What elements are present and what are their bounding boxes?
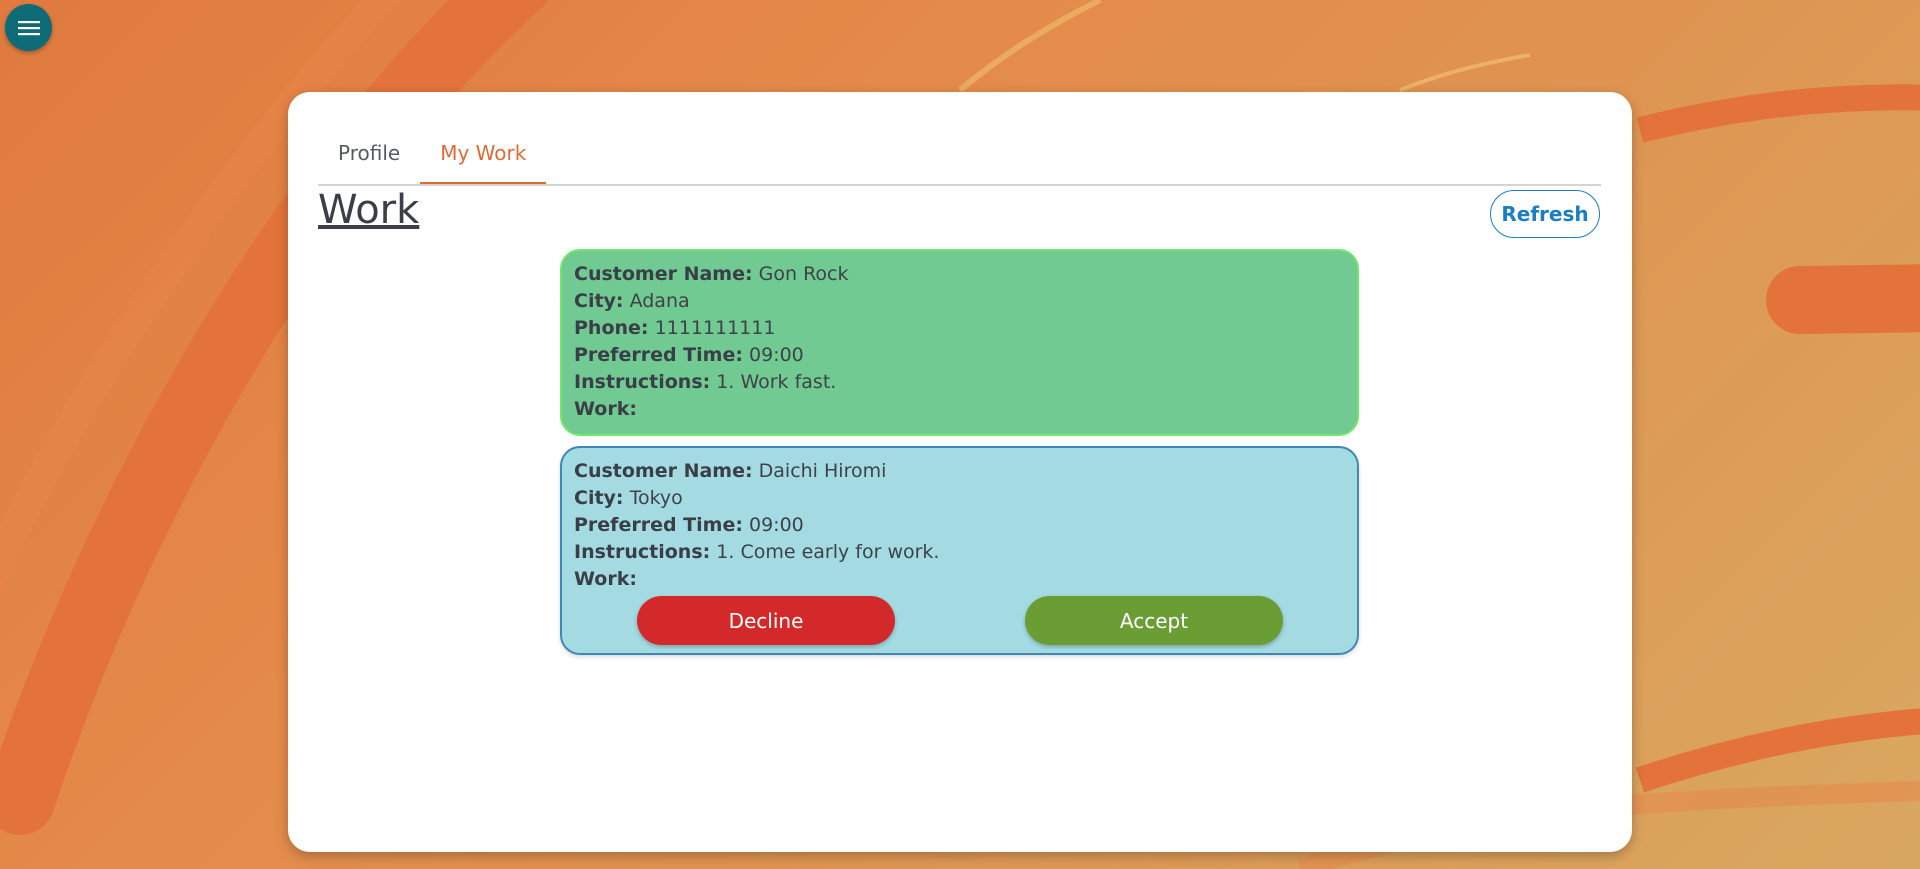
field-value: Tokyo xyxy=(629,487,683,509)
field-value: Gon Rock xyxy=(758,263,849,285)
field-value: 1. Come early for work. xyxy=(716,541,940,563)
field-label: City: xyxy=(574,487,624,509)
tab-profile[interactable]: Profile xyxy=(318,122,420,184)
field-label: Customer Name: xyxy=(574,263,753,285)
accept-button[interactable]: Accept xyxy=(1025,596,1283,645)
field-label: Work: xyxy=(574,398,637,420)
page-title: Work xyxy=(318,187,420,233)
job-field-customer-name: Customer Name: Daichi Hiromi xyxy=(574,458,1345,485)
field-label: Instructions: xyxy=(574,541,711,563)
job-field-customer-name: Customer Name: Gon Rock xyxy=(574,261,1345,288)
hamburger-menu-icon xyxy=(17,20,40,35)
job-field-city: City: Tokyo xyxy=(574,485,1345,512)
job-actions: Decline Accept xyxy=(562,596,1357,646)
job-field-city: City: Adana xyxy=(574,288,1345,315)
job-field-preferred-time: Preferred Time: 09:00 xyxy=(574,512,1345,539)
field-value: 1. Work fast. xyxy=(716,371,837,393)
job-field-phone: Phone: 1111111111 xyxy=(574,315,1345,342)
field-value: 09:00 xyxy=(748,344,804,366)
job-field-instructions: Instructions: 1. Work fast. xyxy=(574,369,1345,396)
job-field-instructions: Instructions: 1. Come early for work. xyxy=(574,539,1345,566)
field-label: City: xyxy=(574,290,624,312)
field-label: Preferred Time: xyxy=(574,514,743,536)
decline-button[interactable]: Decline xyxy=(637,596,895,645)
refresh-button[interactable]: Refresh xyxy=(1490,190,1600,238)
field-label: Work: xyxy=(574,568,637,590)
job-field-work: Work: xyxy=(574,566,1345,593)
tab-my-work[interactable]: My Work xyxy=(420,122,547,184)
menu-button[interactable] xyxy=(5,4,52,51)
field-value: Daichi Hiromi xyxy=(758,460,887,482)
job-field-preferred-time: Preferred Time: 09:00 xyxy=(574,342,1345,369)
field-label: Customer Name: xyxy=(574,460,753,482)
tab-bar: Profile My Work xyxy=(318,122,1601,186)
field-label: Phone: xyxy=(574,317,649,339)
field-value: 09:00 xyxy=(748,514,804,536)
field-value: 1111111111 xyxy=(654,317,776,339)
job-card-accepted: Customer Name: Gon Rock City: Adana Phon… xyxy=(560,249,1359,436)
job-card-pending: Customer Name: Daichi Hiromi City: Tokyo… xyxy=(560,446,1359,655)
field-label: Preferred Time: xyxy=(574,344,743,366)
field-label: Instructions: xyxy=(574,371,711,393)
job-field-work: Work: xyxy=(574,396,1345,423)
field-value: Adana xyxy=(629,290,690,312)
work-panel: Profile My Work Work Refresh Customer Na… xyxy=(288,92,1632,852)
